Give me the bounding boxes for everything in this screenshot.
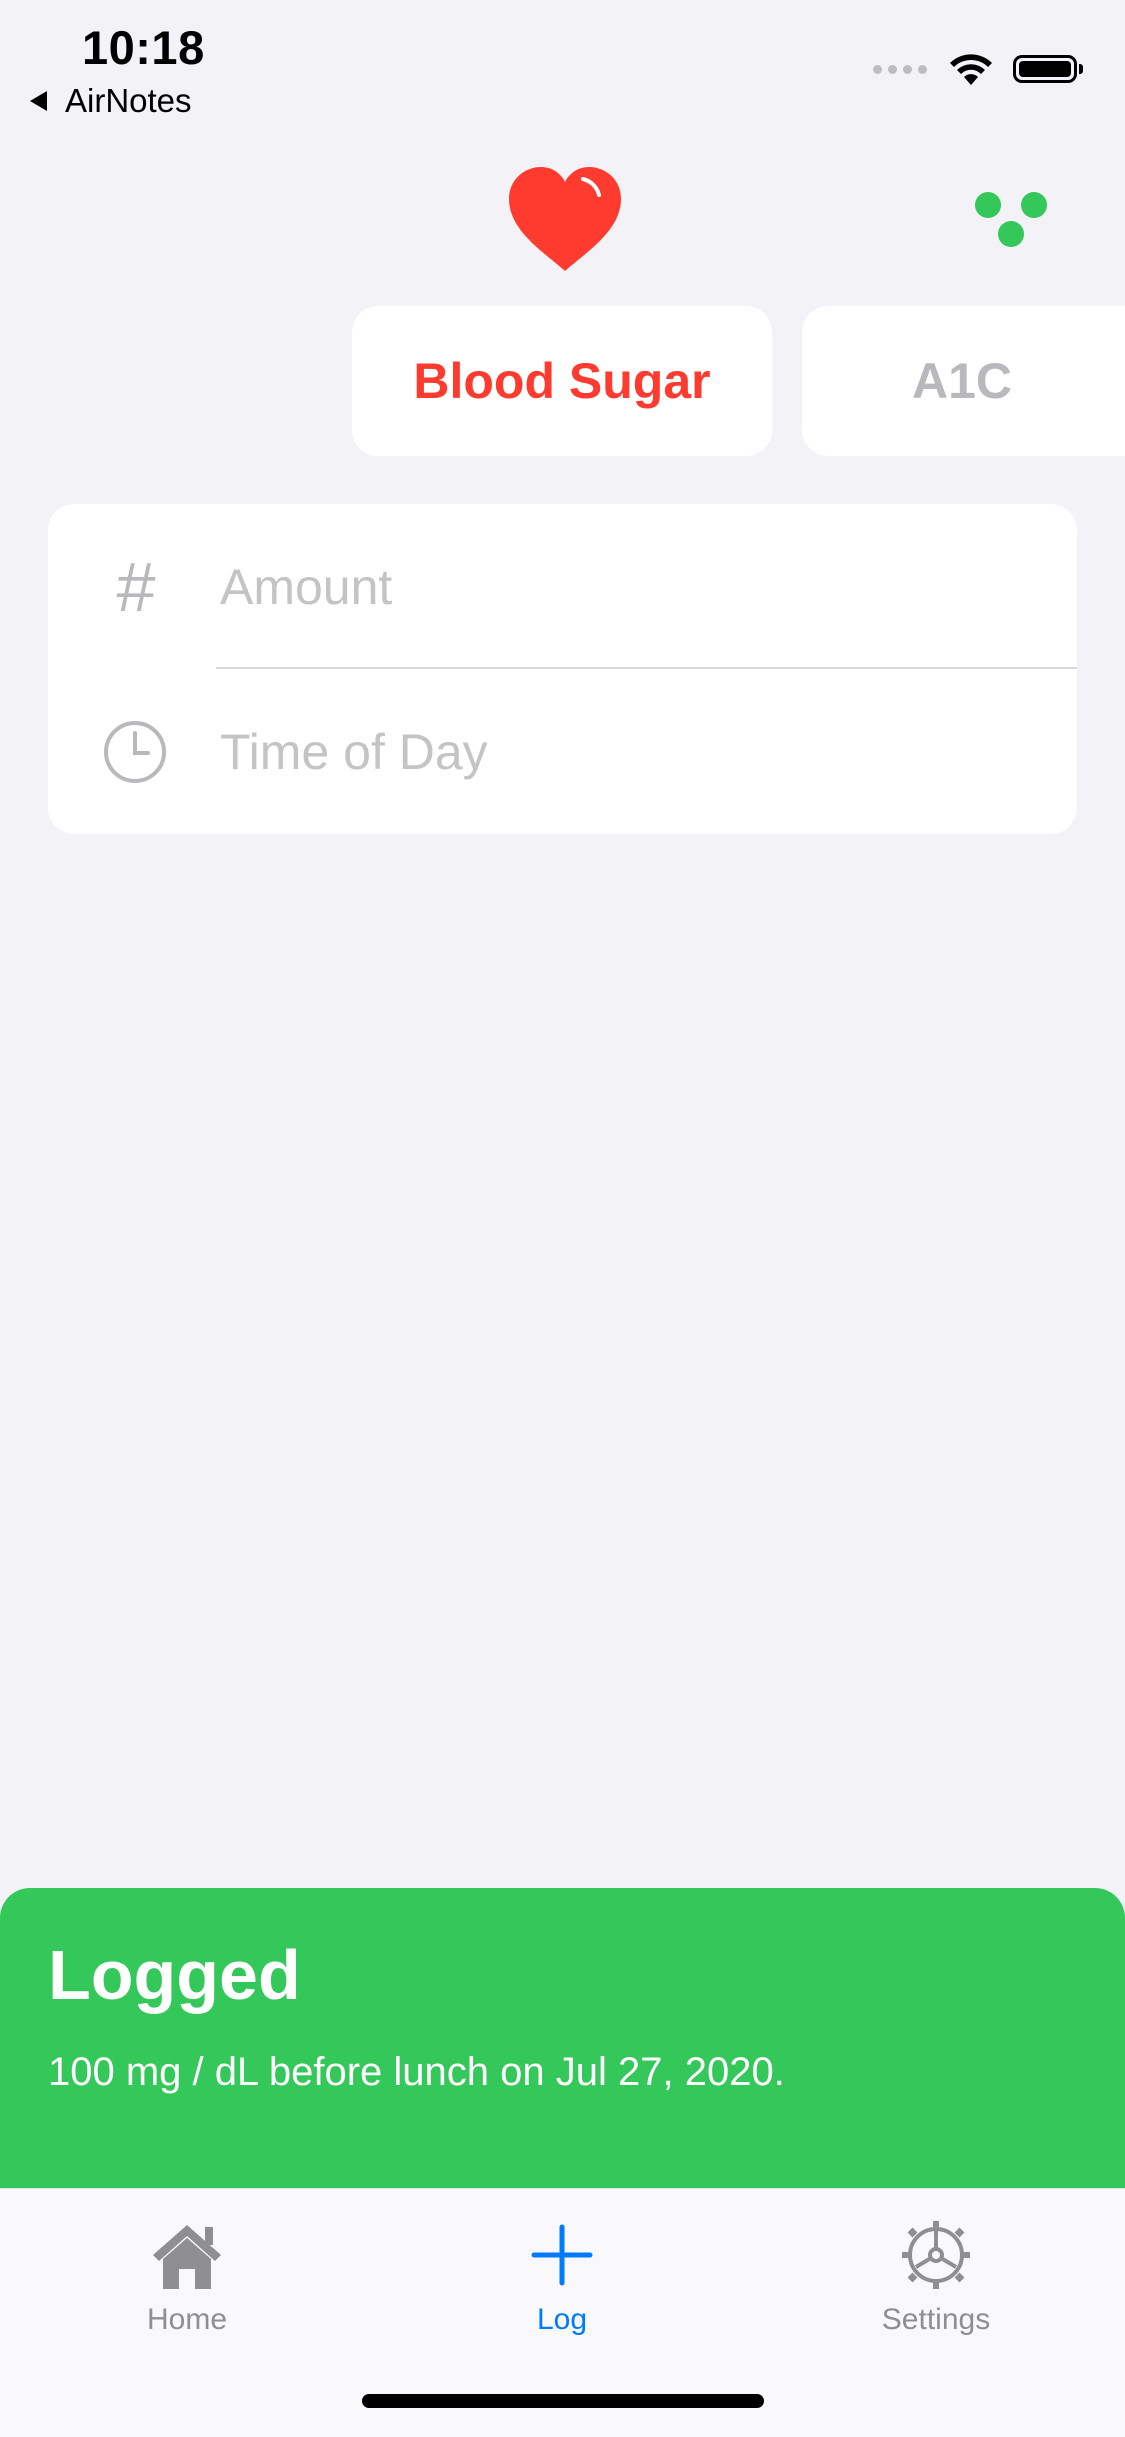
time-of-day-input[interactable] [220,711,1040,792]
three-dots-icon[interactable] [973,190,1049,250]
cellular-signal-icon [873,64,927,74]
back-triangle-icon [30,91,47,111]
amount-row: # [48,504,1077,669]
toast-title: Logged [48,1936,301,2014]
tab-log-label: Log [536,2303,588,2336]
status-time: 10:18 [82,21,205,74]
clock-icon [100,717,170,787]
logged-toast[interactable]: Logged 100 mg / dL before lunch on Jul 2… [0,1888,1125,2188]
entry-form-card: # [48,504,1077,834]
tab-log[interactable]: Log [462,2217,662,2335]
battery-icon [1013,55,1077,83]
gear-icon [902,2221,970,2289]
segment-a1c[interactable]: A1C [802,306,1125,456]
tab-home[interactable]: Home [87,2217,287,2335]
tab-home-label: Home [146,2303,228,2336]
plus-icon [531,2224,593,2286]
toast-message: 100 mg / dL before lunch on Jul 27, 2020… [48,2050,785,2094]
segment-blood-sugar[interactable]: Blood Sugar [352,306,772,456]
home-indicator[interactable] [362,2394,764,2408]
tab-settings[interactable]: Settings [836,2217,1036,2335]
back-link-label: AirNotes [65,82,192,119]
wifi-icon [950,54,992,85]
heart-icon [509,167,621,271]
time-of-day-row [48,669,1077,834]
amount-input[interactable] [220,546,1040,627]
house-icon [153,2225,221,2289]
status-indicators [873,52,1083,86]
back-to-app-link[interactable]: AirNotes [30,82,192,120]
tab-settings-label: Settings [881,2303,991,2336]
hash-icon: # [115,547,155,626]
